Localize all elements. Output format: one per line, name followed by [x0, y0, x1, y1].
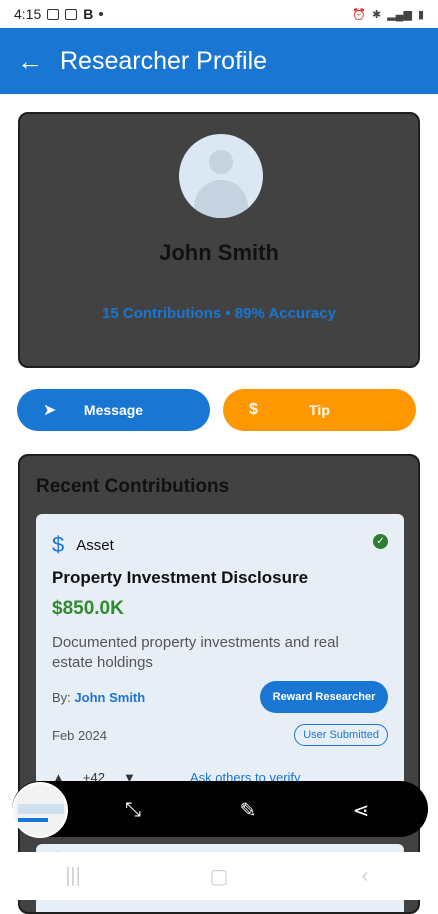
page-title: Researcher Profile [60, 46, 268, 75]
back-arrow-icon[interactable]: ← [0, 46, 60, 77]
profile-card: John Smith 15 Contributions • 89% Accura… [18, 112, 420, 368]
signal-icon: ▂▄▆ [387, 8, 412, 21]
send-icon: ➤ [43, 402, 57, 419]
avatar-head [209, 150, 233, 174]
tip-button[interactable]: $ Tip [223, 389, 416, 431]
status-bar: 4:15 B ⏰ ✱ ▂▄▆ ▮ [0, 0, 438, 28]
more-notifications-icon [99, 12, 104, 16]
recent-contributions-card: Recent Contributions $ Asset ✓ Property … [18, 454, 420, 914]
back-icon[interactable]: ‹ [345, 865, 385, 888]
contribution-description: Documented property investments and real… [52, 634, 339, 671]
status-badge: User Submitted [294, 724, 388, 746]
bluetooth-icon: ✱ [372, 8, 382, 21]
dollar-icon: $ [249, 401, 258, 418]
contribution-type-label: Asset [76, 536, 114, 554]
dollar-icon: $ [52, 532, 65, 557]
thumbnail-preview-bar [18, 818, 48, 822]
share-icon[interactable]: ⋖ [346, 795, 376, 825]
system-nav-bar: ||| ▢ ‹ [0, 852, 438, 900]
author-link[interactable]: John Smith [74, 690, 145, 705]
avatar [179, 134, 263, 218]
notification-icon [65, 8, 78, 20]
profile-stats: 15 Contributions • 89% Accuracy [102, 305, 336, 322]
contribution-title: Property Investment Disclosure [52, 568, 309, 587]
battery-icon: ▮ [417, 8, 424, 21]
recent-contributions-title: Recent Contributions [36, 476, 230, 497]
home-icon[interactable]: ▢ [199, 864, 239, 889]
message-button[interactable]: ➤ Message [17, 389, 210, 431]
contribution-date: Feb 2024 [52, 728, 107, 743]
contribution-type: $ Asset [52, 532, 114, 558]
edit-crop-icon[interactable]: ✎ [233, 795, 263, 825]
contribution-author: By: John Smith [52, 690, 145, 705]
contribution-amount: $850.0K [52, 598, 124, 619]
reward-researcher-button[interactable]: Reward Researcher [260, 681, 388, 713]
scroll-capture-icon[interactable]: ⤡ [118, 795, 148, 825]
gallery-icon [47, 8, 60, 20]
app-letter-icon: B [83, 6, 94, 22]
verified-check-icon: ✓ [373, 534, 388, 549]
app-bar: ← Researcher Profile [0, 28, 438, 94]
avatar-body [194, 180, 248, 218]
profile-name: John Smith [159, 240, 279, 265]
thumbnail-preview [18, 804, 64, 814]
alarm-icon: ⏰ [352, 8, 366, 21]
status-time: 4:15 [14, 6, 42, 22]
by-label: By: [52, 690, 71, 705]
screenshot-thumbnail[interactable] [12, 782, 68, 838]
recents-icon[interactable]: ||| [53, 865, 93, 888]
